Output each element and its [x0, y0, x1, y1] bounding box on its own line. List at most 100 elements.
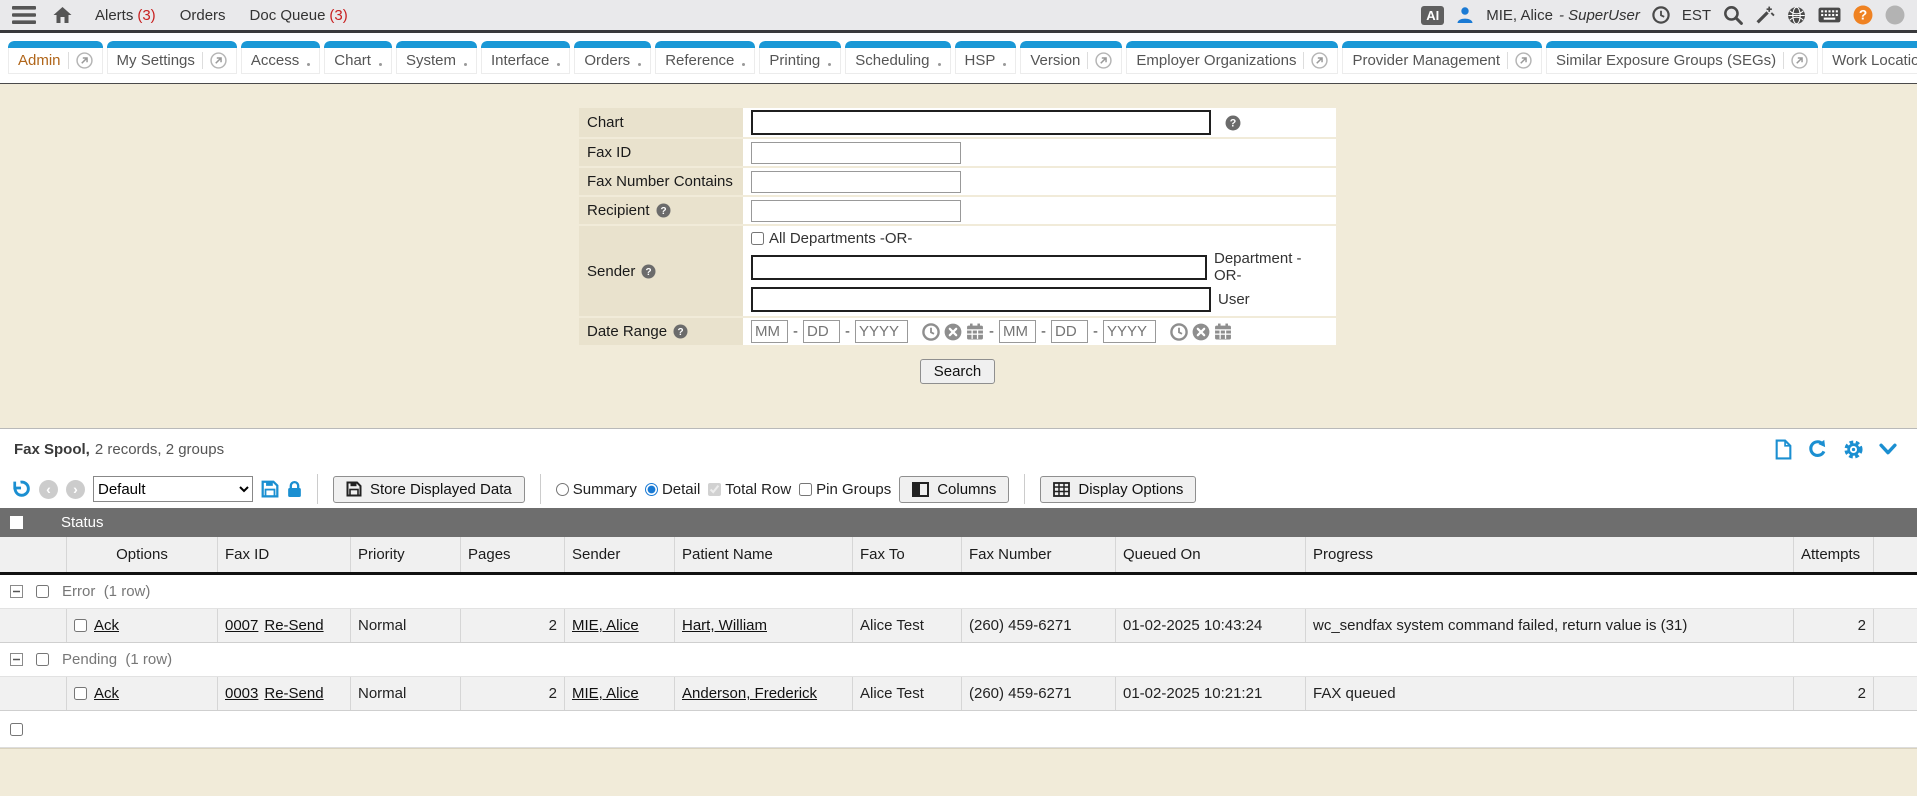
all-departments-checkbox[interactable] — [751, 232, 764, 245]
total-row-option[interactable]: Total Row — [708, 481, 791, 498]
external-link-icon[interactable] — [1311, 52, 1328, 69]
globe-icon[interactable] — [1787, 6, 1806, 25]
fax-id-input[interactable] — [751, 142, 961, 164]
column-header-attempts[interactable]: Attempts — [1794, 537, 1874, 572]
select-all-checkbox[interactable] — [10, 516, 23, 529]
external-link-icon[interactable] — [76, 52, 93, 69]
external-link-icon[interactable] — [1791, 52, 1808, 69]
collapse-group-icon[interactable] — [10, 585, 23, 598]
tab-employer-organizations[interactable]: Employer Organizations — [1126, 41, 1338, 74]
tab-admin[interactable]: Admin — [8, 41, 103, 74]
column-header-fax-id[interactable]: Fax ID — [218, 537, 351, 572]
pin-groups-checkbox[interactable] — [799, 483, 812, 496]
sender-user-input[interactable] — [751, 287, 1211, 312]
user-menu[interactable]: MIE, Alice- SuperUser — [1486, 7, 1640, 24]
start-month-input[interactable] — [751, 320, 788, 343]
start-calendar-icon[interactable] — [966, 323, 984, 340]
group-checkbox[interactable] — [36, 585, 49, 598]
column-header-fax-number[interactable]: Fax Number — [962, 537, 1116, 572]
fax-id-link[interactable]: 0007 — [225, 617, 258, 634]
column-header-progress[interactable]: Progress — [1306, 537, 1794, 572]
view-select[interactable]: Default — [93, 476, 253, 502]
footer-checkbox[interactable] — [10, 723, 23, 736]
sender-department-input[interactable] — [751, 255, 1207, 280]
prev-view-button[interactable]: ‹ — [39, 480, 58, 499]
status-circle-icon[interactable] — [1885, 5, 1905, 25]
row-checkbox[interactable] — [74, 619, 87, 632]
lock-view-icon[interactable] — [287, 480, 302, 498]
tab-interface[interactable]: Interface — [481, 41, 570, 74]
detail-option[interactable]: Detail — [645, 481, 700, 498]
patient-name-link[interactable]: Anderson, Frederick — [682, 685, 817, 702]
row-checkbox[interactable] — [74, 687, 87, 700]
external-link-icon[interactable] — [210, 52, 227, 69]
undo-icon[interactable] — [10, 479, 31, 499]
nav-alerts[interactable]: Alerts(3) — [95, 7, 156, 24]
sender-link[interactable]: MIE, Alice — [572, 617, 639, 634]
columns-button[interactable]: Columns — [899, 476, 1009, 503]
chart-input[interactable] — [751, 110, 1211, 135]
tab-chart[interactable]: Chart — [324, 41, 392, 74]
tab-system[interactable]: System — [396, 41, 477, 74]
sender-link[interactable]: MIE, Alice — [572, 685, 639, 702]
summary-radio[interactable] — [556, 483, 569, 496]
collapse-chevron-icon[interactable] — [1879, 443, 1897, 456]
start-time-icon[interactable] — [922, 323, 940, 341]
collapse-group-icon[interactable] — [10, 653, 23, 666]
column-header-priority[interactable]: Priority — [351, 537, 461, 572]
ai-badge[interactable]: AI — [1421, 6, 1444, 25]
display-options-button[interactable]: Display Options — [1040, 476, 1196, 503]
export-document-icon[interactable] — [1775, 439, 1792, 460]
end-month-input[interactable] — [999, 320, 1036, 343]
column-header-pages[interactable]: Pages — [461, 537, 565, 572]
tab-hsp[interactable]: HSP — [955, 41, 1017, 74]
home-icon[interactable] — [52, 6, 73, 24]
column-header-queued-on[interactable]: Queued On — [1116, 537, 1306, 572]
start-clear-icon[interactable] — [944, 323, 962, 341]
tab-work-locations[interactable]: Work Locations — [1822, 41, 1917, 74]
sender-help-icon[interactable]: ? — [641, 264, 656, 279]
end-clear-icon[interactable] — [1192, 323, 1210, 341]
tab-orders[interactable]: Orders — [574, 41, 651, 74]
start-day-input[interactable] — [803, 320, 840, 343]
column-header-sender[interactable]: Sender — [565, 537, 675, 572]
tab-my-settings[interactable]: My Settings — [107, 41, 237, 74]
external-link-icon[interactable] — [1515, 52, 1532, 69]
tab-similar-exposure-groups[interactable]: Similar Exposure Groups (SEGs) — [1546, 41, 1818, 74]
search-button[interactable]: Search — [920, 359, 996, 384]
tab-version[interactable]: Version — [1020, 41, 1122, 74]
tab-printing[interactable]: Printing — [759, 41, 841, 74]
summary-option[interactable]: Summary — [556, 481, 637, 498]
all-departments-option[interactable]: All Departments -OR- — [751, 230, 1328, 247]
end-day-input[interactable] — [1051, 320, 1088, 343]
column-header-fax-to[interactable]: Fax To — [853, 537, 962, 572]
store-displayed-data-button[interactable]: Store Displayed Data — [333, 476, 525, 503]
fax-number-contains-input[interactable] — [751, 171, 961, 193]
nav-orders[interactable]: Orders — [180, 7, 226, 24]
ack-link[interactable]: Ack — [94, 617, 119, 634]
clock-icon[interactable] — [1652, 6, 1670, 24]
search-icon[interactable] — [1723, 5, 1743, 25]
start-year-input[interactable] — [855, 320, 908, 343]
patient-name-link[interactable]: Hart, William — [682, 617, 767, 634]
tab-access[interactable]: Access — [241, 41, 320, 74]
next-view-button[interactable]: › — [66, 480, 85, 499]
tab-provider-management[interactable]: Provider Management — [1342, 41, 1542, 74]
save-view-icon[interactable] — [261, 480, 279, 498]
tab-scheduling[interactable]: Scheduling — [845, 41, 950, 74]
ack-link[interactable]: Ack — [94, 685, 119, 702]
tab-reference[interactable]: Reference — [655, 41, 755, 74]
chart-help-icon[interactable]: ? — [1225, 115, 1241, 131]
fax-id-link[interactable]: 0003 — [225, 685, 258, 702]
pin-groups-option[interactable]: Pin Groups — [799, 481, 891, 498]
resend-link[interactable]: Re-Send — [264, 685, 323, 702]
recipient-input[interactable] — [751, 200, 961, 222]
end-time-icon[interactable] — [1170, 323, 1188, 341]
settings-gear-icon[interactable] — [1843, 439, 1864, 460]
column-header-patient-name[interactable]: Patient Name — [675, 537, 853, 572]
magic-wand-icon[interactable] — [1755, 5, 1775, 25]
group-checkbox[interactable] — [36, 653, 49, 666]
hamburger-menu-icon[interactable] — [12, 6, 36, 24]
refresh-icon[interactable] — [1807, 439, 1828, 460]
detail-radio[interactable] — [645, 483, 658, 496]
